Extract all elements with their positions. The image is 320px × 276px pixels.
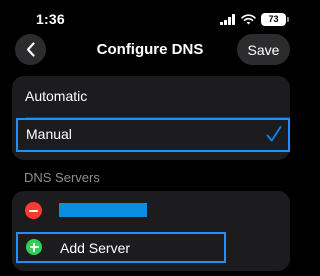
battery-level: 73: [268, 14, 279, 24]
manual-label: Manual: [26, 126, 72, 142]
checkmark-icon: [266, 126, 282, 142]
save-button[interactable]: Save: [237, 34, 290, 65]
automatic-option[interactable]: Automatic: [12, 76, 290, 116]
minus-circle-icon[interactable]: [25, 202, 42, 219]
status-icons: 73: [220, 12, 289, 26]
signal-icon: [220, 13, 236, 25]
nav-bar: Configure DNS Save: [0, 34, 300, 66]
automatic-label: Automatic: [25, 88, 88, 104]
manual-option[interactable]: Manual: [16, 118, 290, 152]
dns-servers-group: Add Server: [12, 191, 290, 271]
battery-icon: 73: [261, 12, 289, 26]
dns-mode-group: Automatic Manual: [12, 76, 290, 160]
dns-servers-header: DNS Servers: [24, 170, 100, 185]
add-server-label: Add Server: [60, 240, 131, 256]
plus-circle-icon: [26, 239, 42, 255]
wifi-icon: [241, 13, 256, 24]
dns-server-row[interactable]: [12, 191, 290, 229]
redacted-server-address: [59, 203, 147, 217]
status-time: 1:36: [36, 11, 65, 27]
status-bar: 1:36 73: [0, 0, 300, 36]
add-server-button[interactable]: Add Server: [16, 232, 226, 263]
